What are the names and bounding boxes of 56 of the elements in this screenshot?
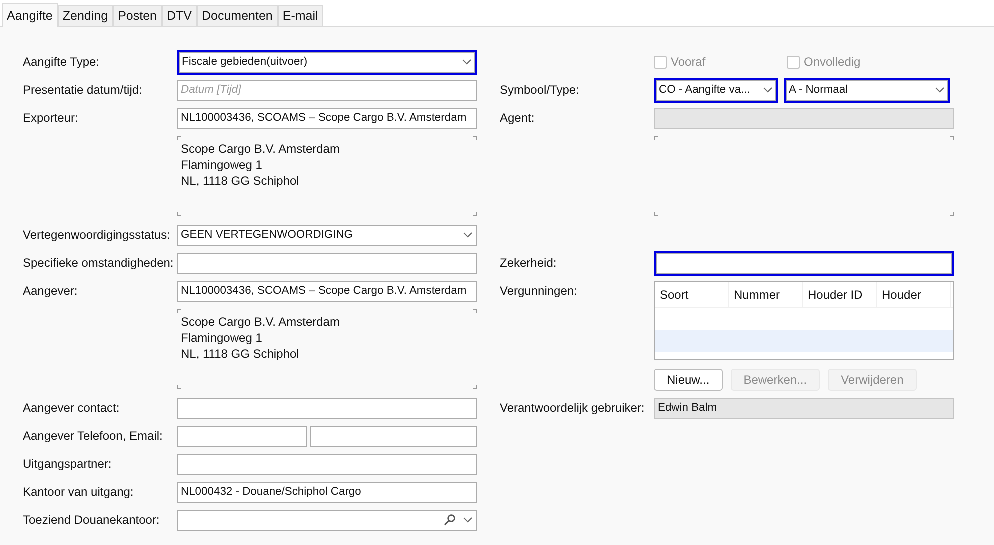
field-label: Toeziend Douanekantoor: [23, 513, 161, 527]
field-label: Uitgangspartner: [23, 457, 113, 471]
address-line: NL, 1118 GG Schiphol [181, 173, 300, 189]
address-line: Scope Cargo B.V. Amsterdam [181, 314, 341, 330]
email-field[interactable] [310, 426, 477, 446]
field-label: Vergunningen: [500, 283, 578, 300]
tab[interactable]: Documenten [196, 5, 278, 26]
dropdown[interactable]: Fiscale gebieden(uitvoer) [177, 50, 477, 74]
field-label: Kantoor van uitgang: [23, 485, 135, 499]
input-field[interactable] [654, 250, 954, 276]
column-header[interactable]: Houder ID [803, 282, 877, 307]
dropdown[interactable]: GEEN VERTEGENWOORDIGING [177, 224, 477, 246]
input-field[interactable]: NL000432 - Douane/Schiphol Cargo [177, 482, 477, 502]
field-label: Presentatie datum/tijd: [23, 83, 144, 97]
lookup-field[interactable] [177, 510, 477, 530]
dropdown[interactable]: A - Normaal [784, 78, 950, 102]
field-label: Aangever contact: [23, 401, 121, 415]
tab[interactable]: Aangifte [2, 3, 58, 27]
field-label: Verantwoordelijk gebruiker: [500, 401, 646, 415]
chevron-down-icon [463, 517, 473, 523]
field-label: Aangever: [23, 284, 79, 298]
tab[interactable]: Posten [113, 5, 162, 26]
column-header[interactable]: Houder [877, 282, 951, 307]
field-label: Zekerheid: [500, 256, 558, 270]
column-header[interactable]: Soort [655, 282, 729, 307]
chevron-down-icon [763, 87, 773, 93]
input-field[interactable] [177, 252, 477, 274]
dropdown[interactable]: CO - Aangifte va... [654, 78, 778, 102]
table-action-button[interactable]: Nieuw... [654, 369, 723, 391]
search-icon [444, 514, 456, 526]
tab[interactable]: E-mail [278, 5, 324, 26]
address-line: Flamingoweg 1 [181, 157, 264, 173]
field-label: Exporteur: [23, 111, 80, 125]
input-field[interactable] [177, 454, 477, 474]
phone-field[interactable] [177, 426, 307, 446]
checkbox-label: Vooraf [671, 55, 706, 69]
address-line: NL, 1118 GG Schiphol [181, 346, 300, 362]
address-line: Flamingoweg 1 [181, 330, 264, 346]
field-label: Specifieke omstandigheden: [23, 256, 175, 270]
chevron-down-icon [935, 87, 945, 93]
chevron-down-icon [463, 232, 473, 238]
chevron-down-icon [462, 59, 472, 65]
input-field[interactable]: NL100003436, SCOAMS – Scope Cargo B.V. Amsterdam [177, 280, 477, 302]
address-line: Scope Cargo B.V. Amsterdam [181, 141, 341, 157]
input-field[interactable] [177, 398, 477, 418]
field-label: Vertegenwoordigingsstatus: [23, 228, 172, 242]
field-label: Symbool/Type: [500, 83, 580, 97]
field-label: Aangifte Type: [23, 55, 100, 69]
column-header[interactable]: Nummer [729, 282, 803, 307]
checkbox-label: Onvolledig [804, 55, 861, 69]
tab[interactable]: Zending [58, 5, 114, 26]
tab[interactable]: DTV [162, 5, 197, 26]
input-field[interactable]: Datum [Tijd] [177, 80, 477, 100]
input-field[interactable]: NL100003436, SCOAMS – Scope Cargo B.V. Amsterdam [177, 108, 477, 128]
field-label: Aangever Telefoon, Email: [23, 429, 164, 443]
field-label: Agent: [500, 111, 536, 125]
